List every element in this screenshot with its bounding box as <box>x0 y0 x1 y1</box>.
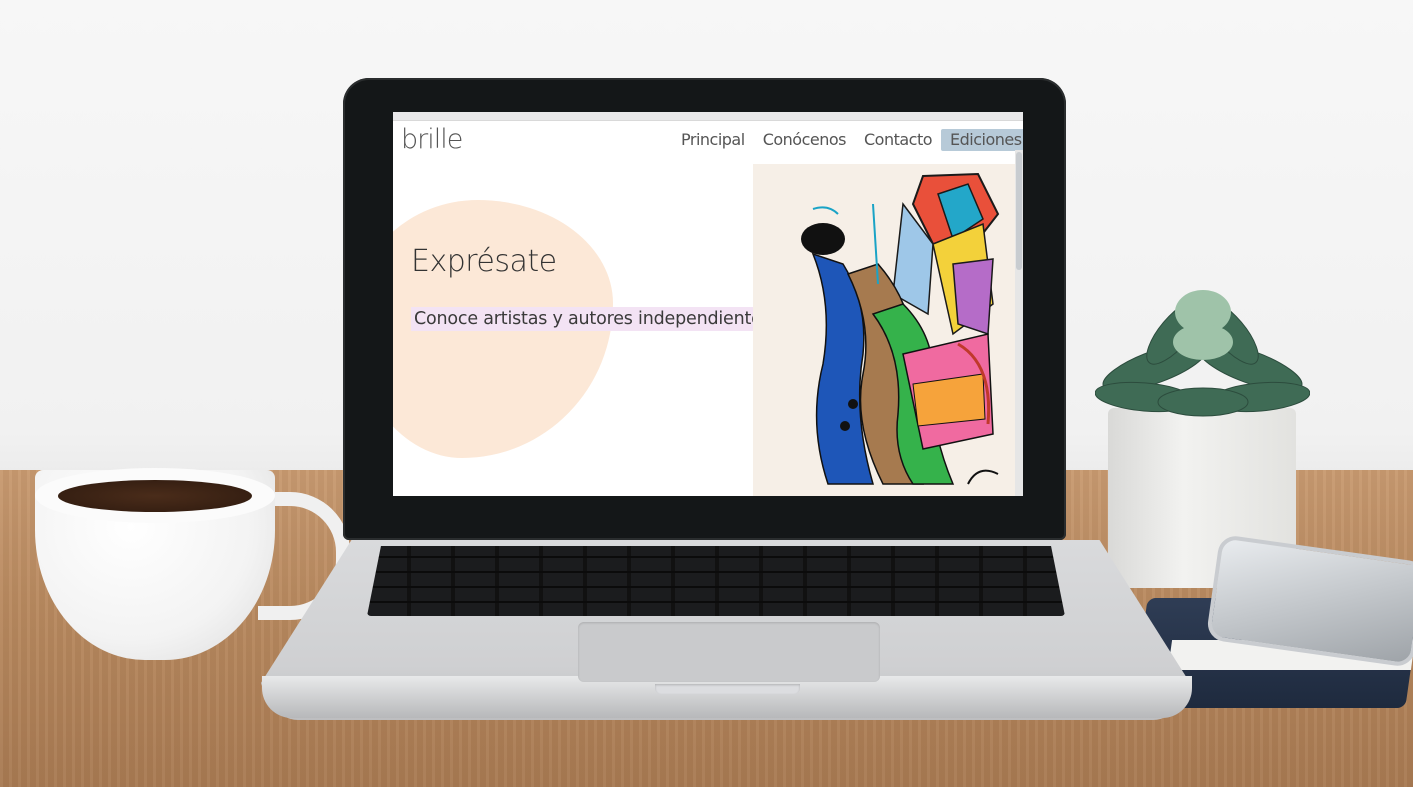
laptop-base-edge <box>262 676 1192 718</box>
browser-top-strip <box>393 112 1023 121</box>
nav-item-contacto[interactable]: Contacto <box>855 129 941 151</box>
nav-item-ediciones[interactable]: Ediciones <box>941 129 1023 151</box>
laptop-keyboard <box>367 546 1065 616</box>
coffee <box>58 480 252 512</box>
nav-item-conocenos[interactable]: Conócenos <box>754 129 855 151</box>
abstract-artwork <box>801 172 1000 485</box>
nav-item-principal[interactable]: Principal <box>672 129 754 151</box>
laptop-notch <box>655 684 800 694</box>
succulent-plant <box>1095 290 1310 417</box>
laptop-screen: brille Principal Conócenos Contacto Edic… <box>393 112 1023 496</box>
hero-title: Exprésate <box>411 244 557 279</box>
site-logo[interactable]: brille <box>401 124 463 155</box>
main-nav: Principal Conócenos Contacto Ediciones <box>672 129 1023 151</box>
laptop-trackpad <box>578 622 880 682</box>
artwork-image <box>753 164 1015 496</box>
hero-subtitle: Conoce artistas y autores independientes <box>411 307 774 331</box>
scrollbar-thumb[interactable] <box>1016 152 1022 270</box>
